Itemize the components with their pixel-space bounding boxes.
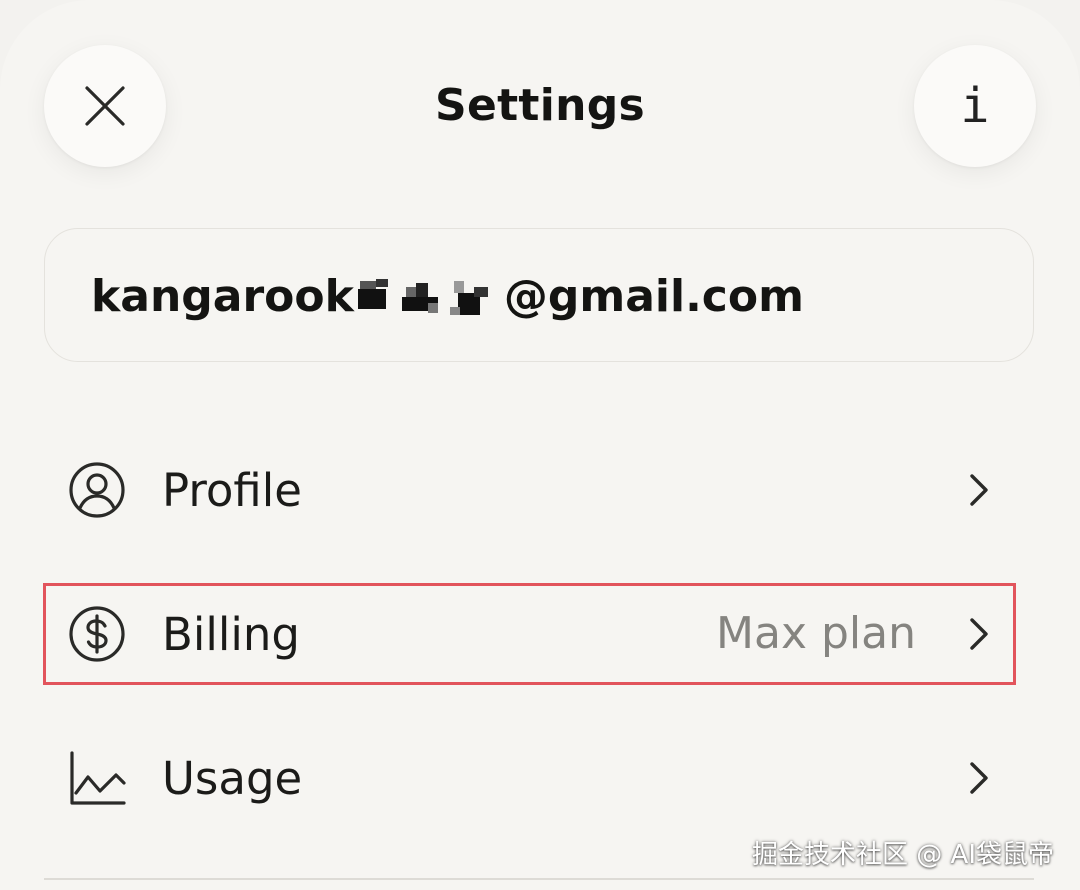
info-button[interactable]: i	[914, 45, 1036, 167]
info-icon: i	[960, 78, 990, 134]
email-prefix: kangarook	[91, 271, 354, 322]
menu-item-billing[interactable]: Billing Max plan	[44, 584, 1014, 684]
watermark: 掘金技术社区 @ AI袋鼠帝	[752, 840, 1054, 870]
account-email: kangarook @gmail.com	[91, 271, 804, 322]
menu-item-usage[interactable]: Usage	[44, 728, 1014, 828]
menu-item-label: Billing	[162, 608, 300, 661]
menu-item-label: Profile	[162, 464, 302, 517]
chevron-right-icon	[970, 618, 988, 650]
menu-item-label: Usage	[162, 752, 303, 805]
line-chart-icon	[70, 751, 126, 805]
chevron-right-icon	[970, 474, 988, 506]
plan-value: Max plan	[716, 608, 916, 659]
redacted-pixelation	[354, 277, 504, 317]
settings-sheet: Settings i kangarook @gmail.com Profile B…	[0, 0, 1080, 890]
divider	[44, 878, 1034, 880]
email-suffix: @gmail.com	[503, 271, 804, 322]
chevron-right-icon	[970, 762, 988, 794]
dollar-circle-icon	[69, 606, 125, 662]
account-email-card: kangarook @gmail.com	[44, 228, 1034, 362]
header: Settings i	[0, 0, 1080, 210]
user-circle-icon	[69, 462, 125, 518]
menu-item-profile[interactable]: Profile	[44, 440, 1014, 540]
